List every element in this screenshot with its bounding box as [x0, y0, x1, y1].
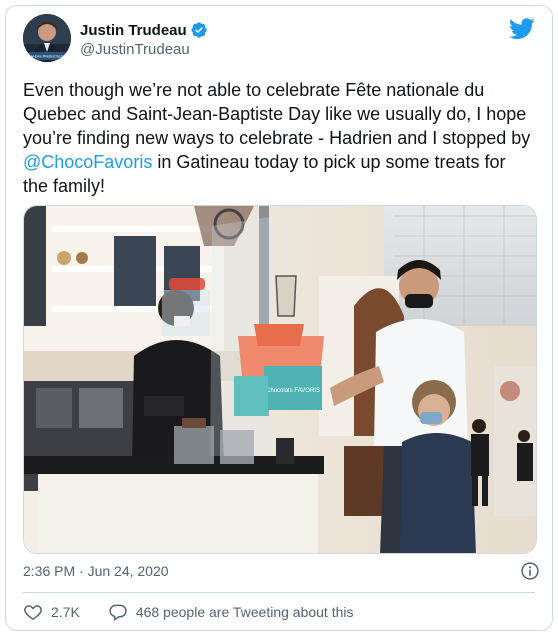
avatar-caption: #StayHome #RestezChezVous	[25, 55, 69, 59]
tweet-text: Even though we’re not able to celebrate …	[23, 78, 533, 198]
mention-link[interactable]: @ChocoFavoris	[23, 152, 152, 172]
bag-label: Chocolats FAVORIS	[266, 388, 320, 394]
tweet-actions: 2.7K 468 people are Tweeting about this	[23, 599, 354, 625]
like-button[interactable]: 2.7K	[23, 602, 80, 622]
divider	[23, 592, 535, 593]
speech-bubble-icon	[109, 604, 127, 622]
author-handle[interactable]: @JustinTrudeau	[80, 41, 208, 58]
display-name[interactable]: Justin Trudeau	[80, 22, 187, 39]
tweet-text-part-1: Even though we’re not able to celebrate …	[23, 80, 531, 148]
heart-icon	[24, 605, 42, 621]
chocolate-shop-photo: Chocolats FAVORIS	[24, 206, 536, 553]
avatar-photo: #StayHome #RestezChezVous	[23, 14, 71, 62]
info-icon[interactable]	[520, 561, 540, 581]
conversation-text: 468 people are Tweeting about this	[135, 604, 354, 620]
twitter-bird-icon[interactable]	[509, 18, 535, 40]
display-name-row: Justin Trudeau	[80, 20, 208, 40]
tweet-timestamp[interactable]: 2:36 PM · Jun 24, 2020	[23, 563, 169, 579]
conversation-link[interactable]: 468 people are Tweeting about this	[108, 602, 354, 622]
tweet-photo[interactable]: Chocolats FAVORIS	[23, 205, 537, 554]
avatar[interactable]: #StayHome #RestezChezVous	[23, 14, 71, 62]
verified-badge-icon	[190, 21, 208, 39]
tweet-header: #StayHome #RestezChezVous Justin Trudeau…	[23, 14, 535, 64]
author-names: Justin Trudeau @JustinTrudeau	[80, 20, 208, 58]
embedded-tweet-card: #StayHome #RestezChezVous Justin Trudeau…	[5, 5, 553, 631]
like-count: 2.7K	[51, 604, 80, 620]
